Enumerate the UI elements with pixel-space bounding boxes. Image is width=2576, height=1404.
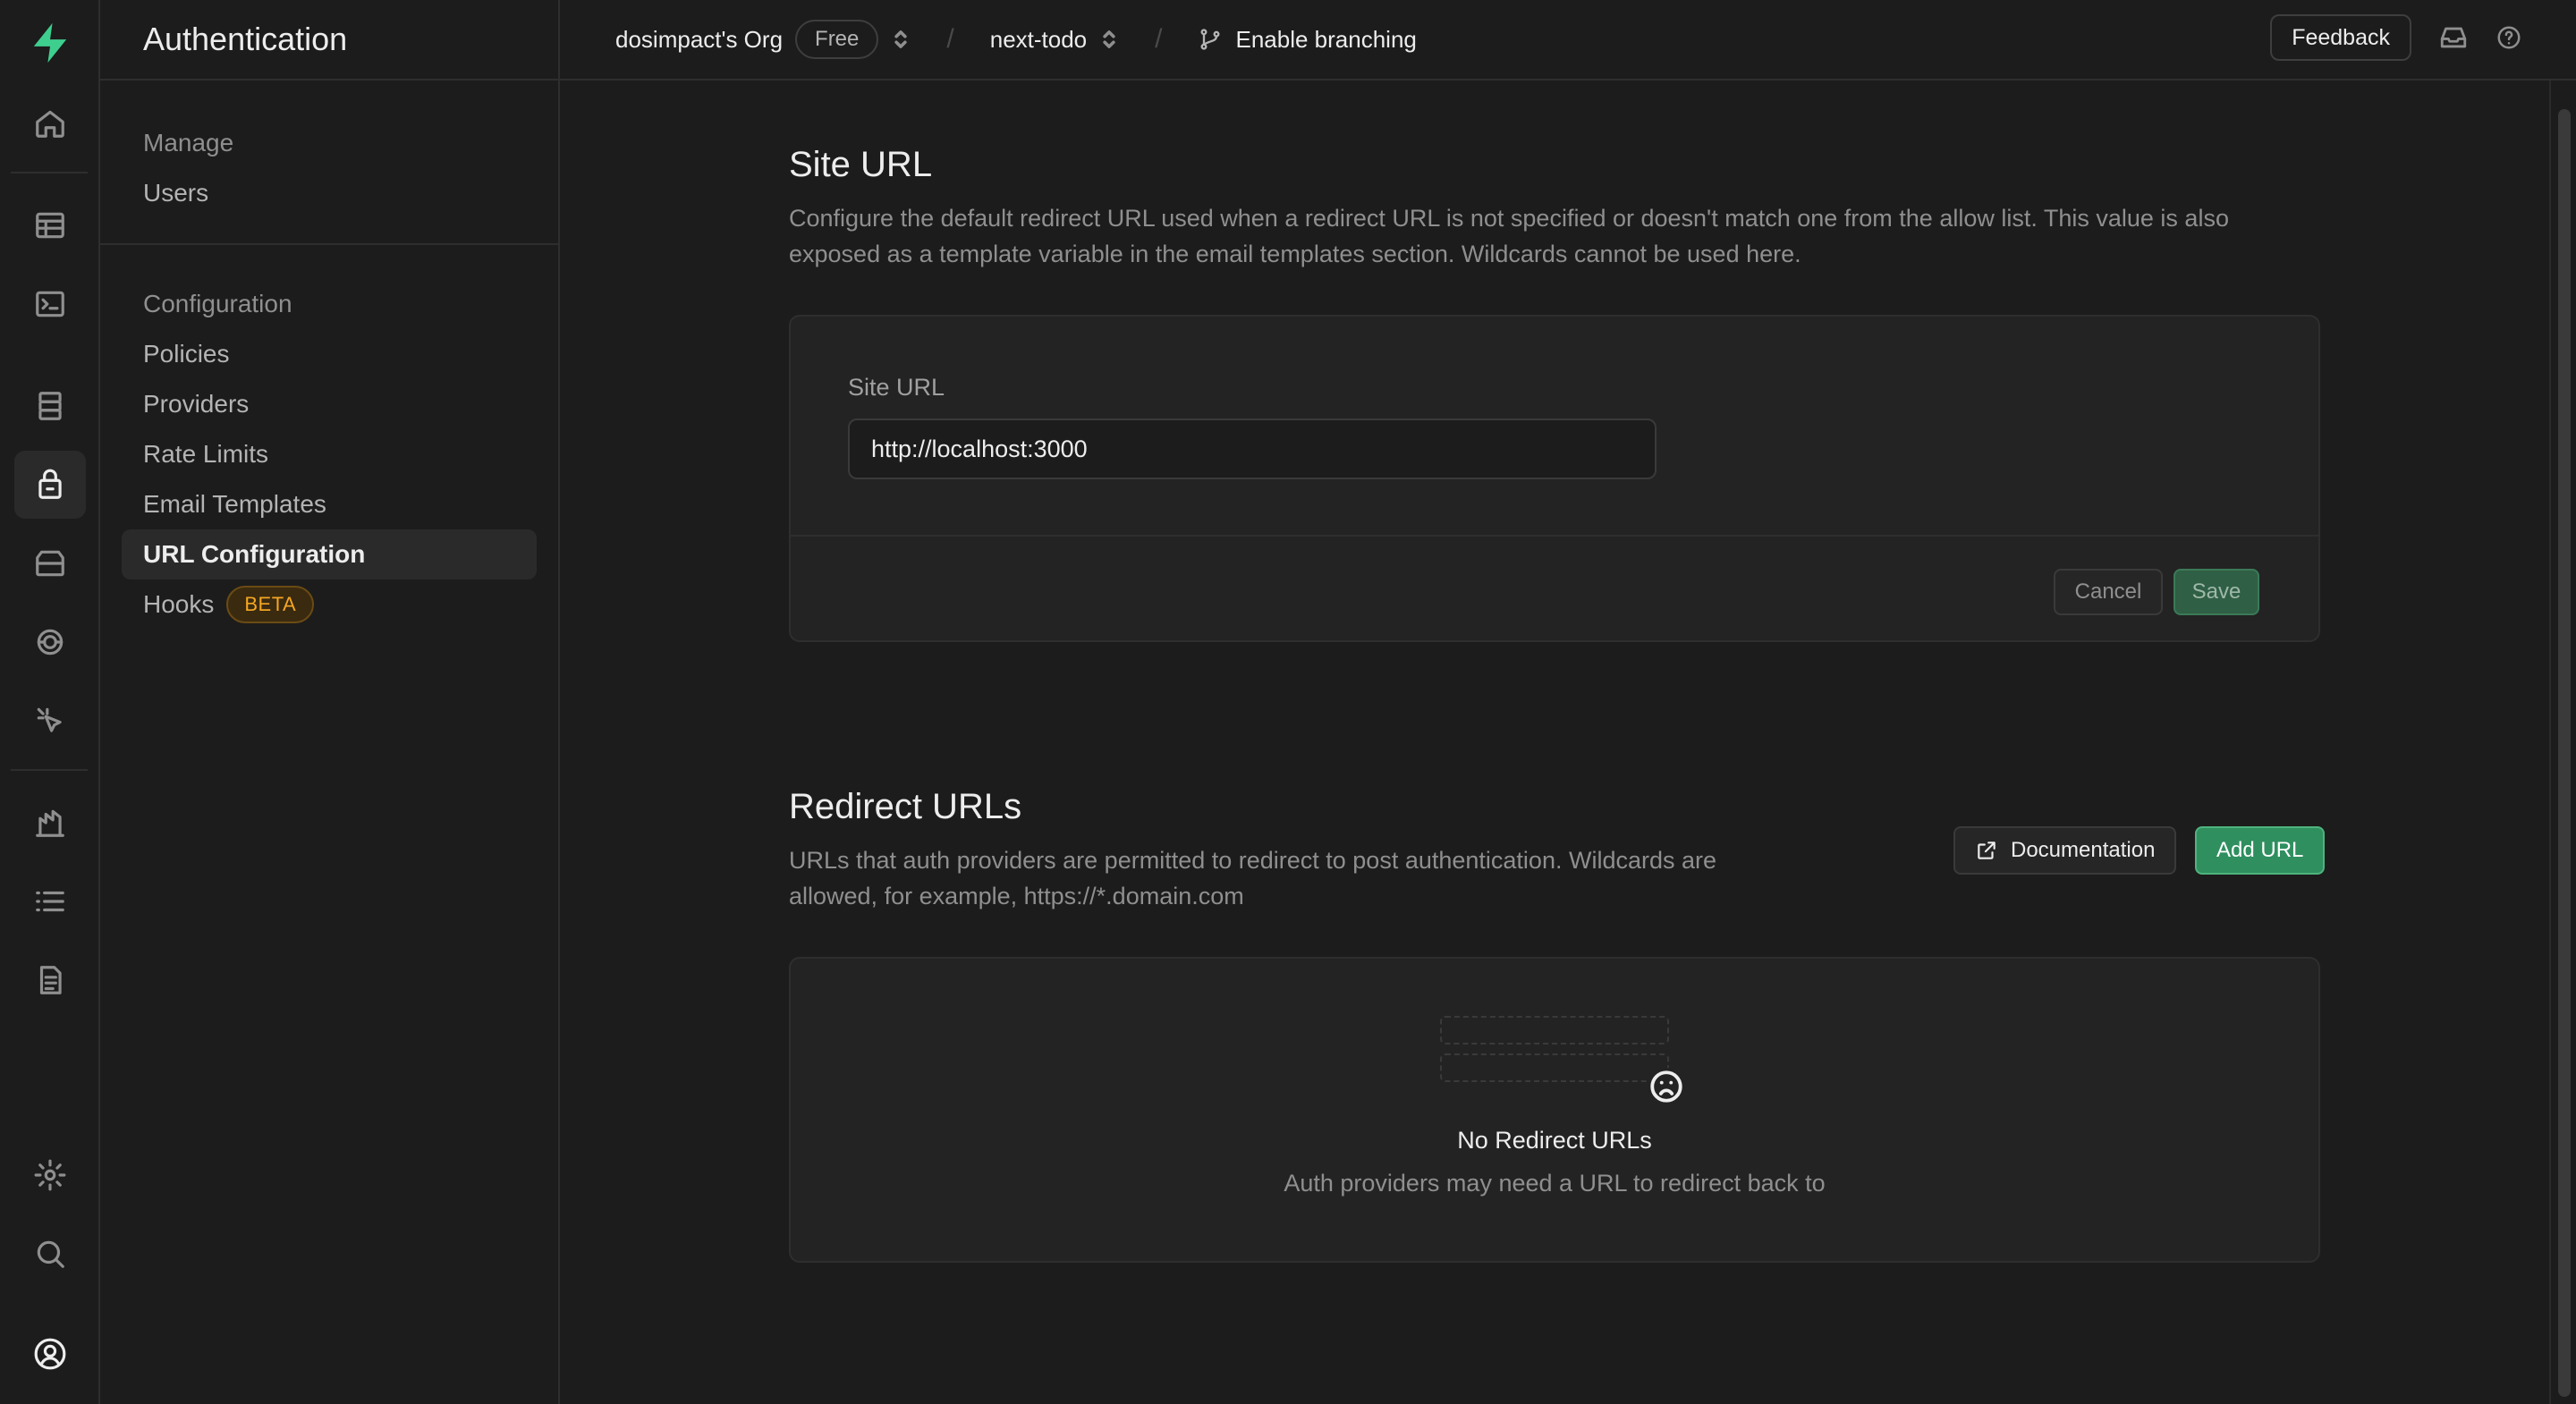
sidebar-item-hooks[interactable]: Hooks BETA xyxy=(122,579,537,630)
app-window: Authentication Manage Users Configuratio… xyxy=(0,0,2576,1404)
settings-icon[interactable] xyxy=(14,1141,86,1209)
redirect-urls-description-line2: allowed, for example, https://*.domain.c… xyxy=(789,883,1244,909)
sidebar-divider xyxy=(100,243,558,245)
redirect-urls-title: Redirect URLs xyxy=(789,787,1022,826)
sql-editor-icon[interactable] xyxy=(14,270,86,338)
site-url-description: Configure the default redirect URL used … xyxy=(789,200,2363,272)
inbox-icon[interactable] xyxy=(2438,22,2469,53)
sidebar-item-providers[interactable]: Providers xyxy=(122,379,537,429)
enable-branching-label: Enable branching xyxy=(1235,25,1417,53)
project-selector[interactable]: next-todo xyxy=(990,26,1119,54)
panel-divider xyxy=(791,535,2318,537)
redirect-urls-description-line1: URLs that auth providers are permitted t… xyxy=(789,847,1717,874)
org-selector[interactable]: dosimpact's Org Free xyxy=(615,20,911,59)
rail-divider xyxy=(11,172,88,173)
external-link-icon xyxy=(1978,842,1996,859)
empty-state-subtitle: Auth providers may need a URL to redirec… xyxy=(1284,1170,1826,1197)
beta-badge: BETA xyxy=(226,586,315,623)
git-branch-icon xyxy=(1200,29,1220,50)
storage-icon[interactable] xyxy=(14,529,86,597)
sidebar-title: Authentication xyxy=(143,21,348,57)
enable-branching-button[interactable]: Enable branching xyxy=(1198,25,1417,54)
documentation-button[interactable]: Documentation xyxy=(1953,826,2177,875)
sidebar-item-policies[interactable]: Policies xyxy=(122,329,537,379)
breadcrumb-separator: / xyxy=(1155,24,1163,54)
edge-functions-icon[interactable] xyxy=(14,687,86,755)
realtime-icon[interactable] xyxy=(14,608,86,676)
configuration-group-title: Configuration xyxy=(143,290,292,317)
documentation-label: Documentation xyxy=(2011,838,2156,862)
logs-icon[interactable] xyxy=(14,867,86,935)
breadcrumb-separator: / xyxy=(946,24,954,54)
sad-face-icon xyxy=(1648,1068,1685,1105)
auth-sidebar: Authentication Manage Users Configuratio… xyxy=(100,0,560,1404)
auth-icon[interactable] xyxy=(14,451,86,519)
sidebar-item-url-configuration[interactable]: URL Configuration xyxy=(122,529,537,579)
top-bar: dosimpact's Org Free / next-todo / Enabl… xyxy=(560,0,2576,80)
supabase-logo[interactable] xyxy=(25,18,75,68)
sidebar-item-email-templates[interactable]: Email Templates xyxy=(122,479,537,529)
configuration-group: Configuration Policies Providers Rate Li… xyxy=(100,266,558,630)
icon-rail xyxy=(0,0,100,1404)
sidebar-item-rate-limits[interactable]: Rate Limits xyxy=(122,429,537,479)
home-icon[interactable] xyxy=(14,89,86,157)
site-url-title: Site URL xyxy=(789,145,933,184)
manage-group-title: Manage xyxy=(143,129,234,156)
sidebar-item-users[interactable]: Users xyxy=(122,168,537,218)
scrollbar-thumb[interactable] xyxy=(2558,109,2571,1397)
save-button[interactable]: Save xyxy=(2174,569,2259,615)
empty-placeholder-row xyxy=(1440,1016,1669,1045)
feedback-button[interactable]: Feedback xyxy=(2270,14,2411,61)
empty-placeholder-row xyxy=(1440,1053,1669,1082)
docs-icon[interactable] xyxy=(14,946,86,1014)
sidebar-item-hooks-label: Hooks xyxy=(143,590,215,618)
empty-state-title: No Redirect URLs xyxy=(1457,1127,1652,1154)
site-url-description-line1: Configure the default redirect URL used … xyxy=(789,205,2229,232)
add-url-button[interactable]: Add URL xyxy=(2195,826,2326,875)
chevron-updown-icon xyxy=(1103,30,1115,48)
site-url-panel: Site URL http://localhost:3000 Cancel Sa… xyxy=(789,315,2320,642)
site-url-input[interactable]: http://localhost:3000 xyxy=(848,419,1657,479)
site-url-field-label: Site URL xyxy=(848,374,945,401)
search-icon[interactable] xyxy=(14,1220,86,1288)
help-icon[interactable] xyxy=(2496,24,2522,51)
org-name: dosimpact's Org xyxy=(615,25,784,53)
chevron-updown-icon xyxy=(894,30,908,48)
manage-group: Manage Users xyxy=(100,80,558,218)
reports-icon[interactable] xyxy=(14,789,86,857)
sidebar-header: Authentication xyxy=(100,0,558,80)
topbar-actions: Feedback xyxy=(2270,14,2522,61)
table-editor-icon[interactable] xyxy=(14,191,86,259)
rail-divider xyxy=(11,769,88,771)
redirect-urls-empty-panel: No Redirect URLs Auth providers may need… xyxy=(789,957,2320,1263)
redirect-urls-description: URLs that auth providers are permitted t… xyxy=(789,842,1862,914)
database-icon[interactable] xyxy=(14,372,86,440)
plan-badge: Free xyxy=(795,20,879,59)
main-content: Site URL Configure the default redirect … xyxy=(560,82,2549,1404)
cancel-button[interactable]: Cancel xyxy=(2054,569,2163,615)
user-avatar-icon[interactable] xyxy=(14,1320,86,1388)
project-name: next-todo xyxy=(989,25,1088,53)
site-url-description-line2: exposed as a template variable in the em… xyxy=(789,241,1801,267)
